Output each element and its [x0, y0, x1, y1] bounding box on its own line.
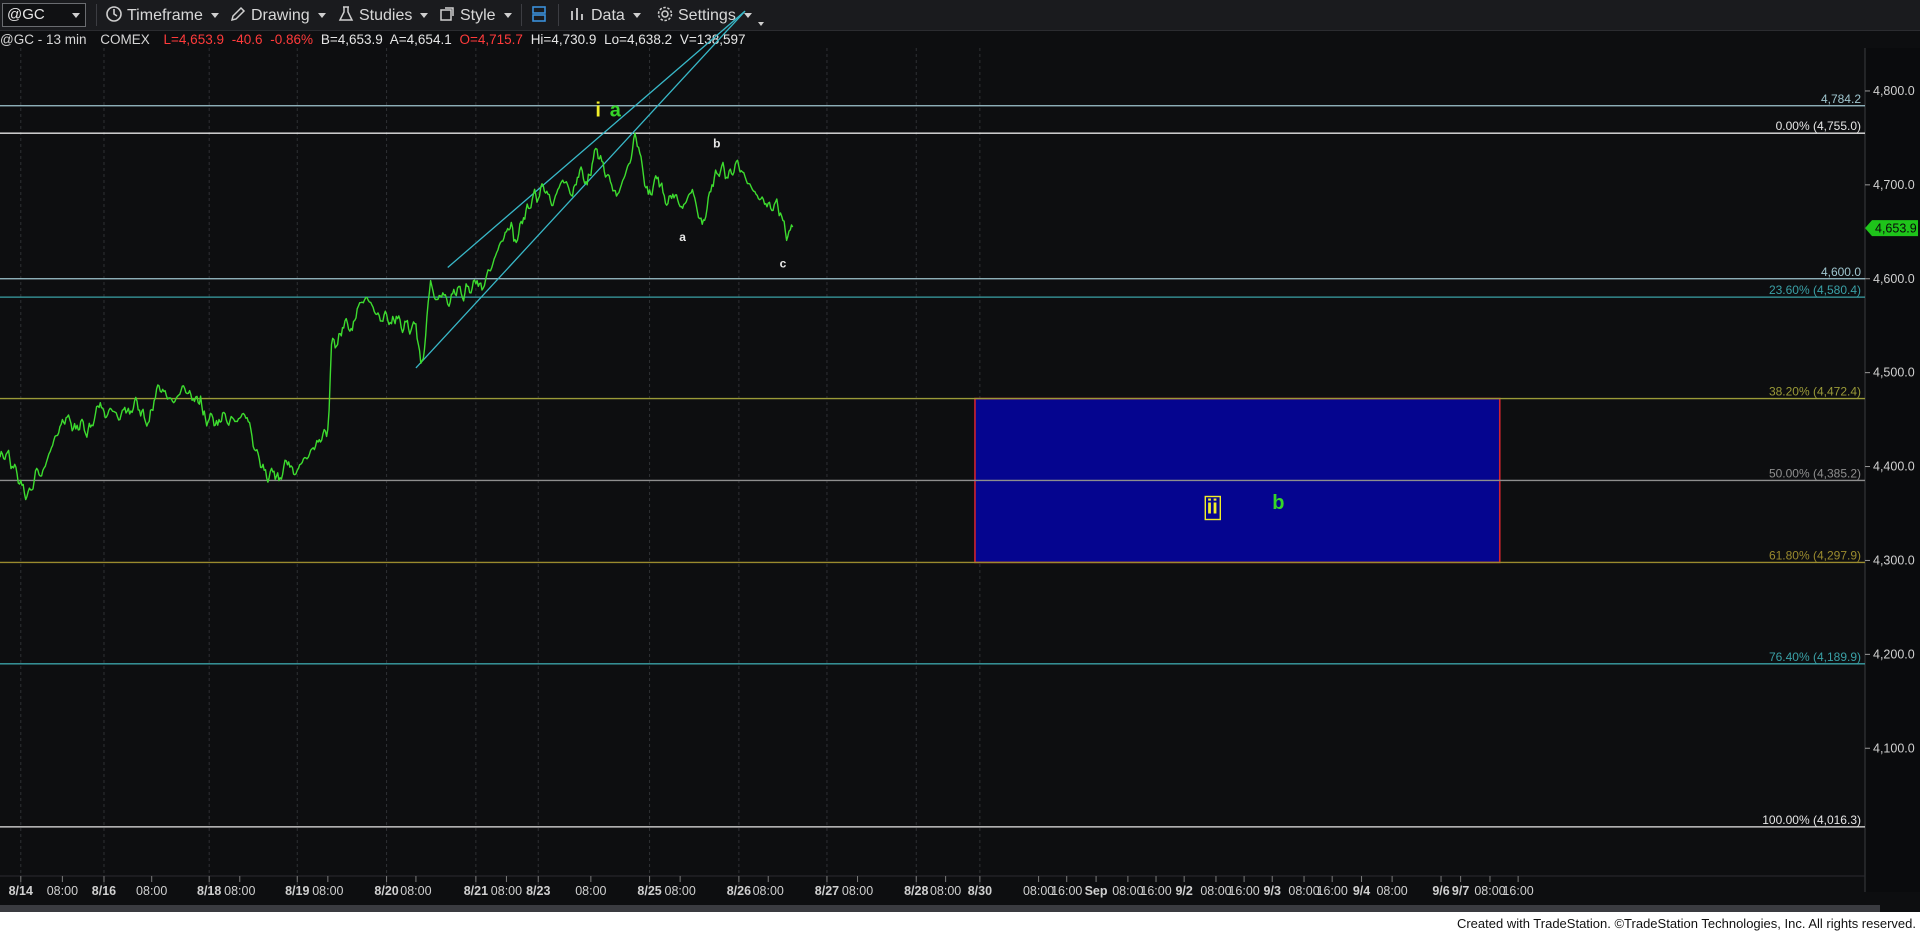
level-label: 4,784.2 [1821, 92, 1861, 106]
level-label: 76.40% (4,189.9) [1769, 650, 1861, 664]
time-tick-label: 9/6 [1432, 884, 1449, 898]
time-tick-label: 8/27 [815, 884, 839, 898]
time-tick-label: 08:00 [224, 884, 255, 898]
level-label: 50.00% (4,385.2) [1769, 466, 1861, 480]
level-label: 4,600.0 [1821, 265, 1861, 279]
time-tick-label: 8/30 [968, 884, 992, 898]
time-tick-label: 08:00 [312, 884, 343, 898]
time-tick-label: 08:00 [930, 884, 961, 898]
time-tick-label: 16:00 [1317, 884, 1348, 898]
wave-label: c [780, 256, 787, 270]
footer: Created with TradeStation. ©TradeStation… [0, 912, 1920, 934]
time-tick-label: 08:00 [1023, 884, 1054, 898]
time-tick-label: Sep [1085, 884, 1108, 898]
time-tick-label: 8/26 [727, 884, 751, 898]
time-tick-label: 9/4 [1353, 884, 1370, 898]
price-tick-label: 4,400.0 [1873, 460, 1915, 474]
time-tick-label: 08:00 [47, 884, 78, 898]
time-tick-label: 08:00 [842, 884, 873, 898]
time-tick-label: 8/19 [285, 884, 309, 898]
plot-area [0, 48, 1865, 892]
price-chart[interactable]: 4,784.2 0.00% (4,755.0) 4,600.0 23.60% (4,5… [0, 0, 1920, 905]
time-tick-label: 9/3 [1264, 884, 1281, 898]
wave-label: a [679, 230, 686, 244]
time-tick-label: 16:00 [1140, 884, 1171, 898]
wave-label: b [1272, 492, 1284, 514]
time-tick-label: 16:00 [1502, 884, 1533, 898]
last-price-label: 4,653.9 [1875, 222, 1917, 236]
time-tick-label: 8/16 [92, 884, 116, 898]
level-label: 100.00% (4,016.3) [1762, 813, 1861, 827]
horizontal-scrollbar[interactable] [0, 905, 1880, 912]
time-tick-label: 08:00 [1376, 884, 1407, 898]
time-tick-label: 08:00 [1200, 884, 1231, 898]
time-tick-label: 8/20 [374, 884, 398, 898]
time-tick-label: 8/23 [526, 884, 550, 898]
time-tick-label: 08:00 [400, 884, 431, 898]
wave-label: ii [1207, 497, 1218, 519]
time-tick-label: 08:00 [491, 884, 522, 898]
time-tick-label: 08:00 [1288, 884, 1319, 898]
price-tick-label: 4,800.0 [1873, 84, 1915, 98]
time-tick-label: 8/18 [197, 884, 221, 898]
time-tick-label: 8/28 [904, 884, 928, 898]
time-tick-label: 08:00 [136, 884, 167, 898]
time-tick-label: 9/7 [1452, 884, 1469, 898]
time-tick-label: 8/14 [9, 884, 33, 898]
price-tick-label: 4,300.0 [1873, 553, 1915, 567]
level-label: 38.20% (4,472.4) [1769, 385, 1861, 399]
price-tick-label: 4,500.0 [1873, 366, 1915, 380]
time-tick-label: 16:00 [1228, 884, 1259, 898]
wave-label: b [713, 136, 720, 150]
wave-label: i [595, 99, 601, 121]
time-tick-label: 08:00 [1112, 884, 1143, 898]
time-tick-label: 8/25 [637, 884, 661, 898]
price-tick-label: 4,200.0 [1873, 647, 1915, 661]
price-tick-label: 4,100.0 [1873, 741, 1915, 755]
time-tick-label: 08:00 [1474, 884, 1505, 898]
time-tick-label: 16:00 [1051, 884, 1082, 898]
time-tick-label: 9/2 [1175, 884, 1192, 898]
wave-label: a [610, 99, 622, 121]
copyright-text: Created with TradeStation. ©TradeStation… [1456, 916, 1916, 931]
time-tick-label: 08:00 [665, 884, 696, 898]
time-tick-label: 8/21 [464, 884, 488, 898]
price-tick-label: 4,600.0 [1873, 272, 1915, 286]
level-label: 23.60% (4,580.4) [1769, 283, 1861, 297]
time-tick-label: 08:00 [575, 884, 606, 898]
level-label: 61.80% (4,297.9) [1769, 548, 1861, 562]
time-tick-label: 08:00 [753, 884, 784, 898]
level-label: 0.00% (4,755.0) [1776, 119, 1861, 133]
price-tick-label: 4,700.0 [1873, 178, 1915, 192]
